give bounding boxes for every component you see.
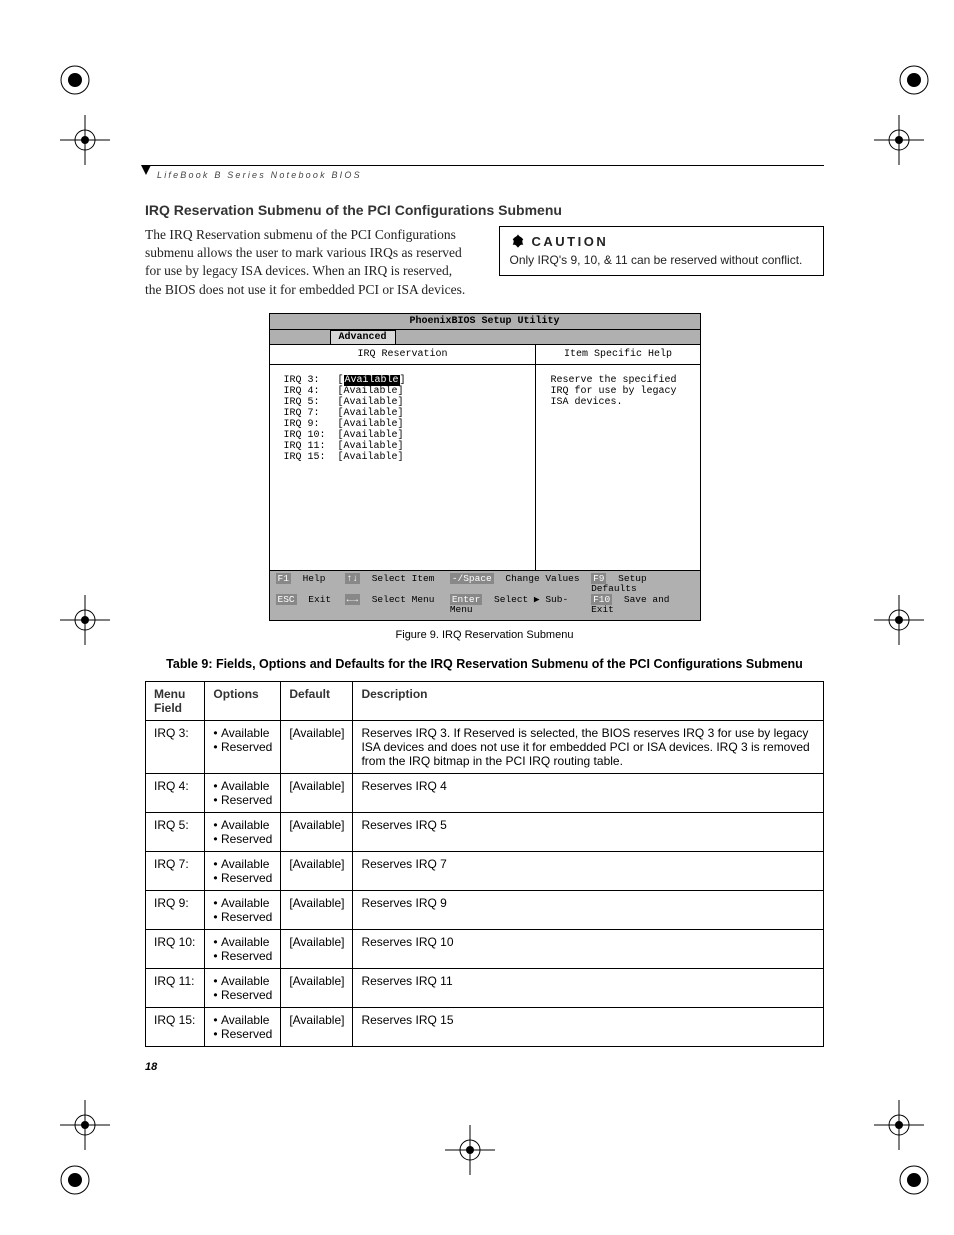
intro-paragraph: The IRQ Reservation submenu of the PCI C… <box>145 226 471 299</box>
bios-footer-hint: F1 Help <box>276 574 339 595</box>
cell-default: [Available] <box>281 890 353 929</box>
cell-default: [Available] <box>281 968 353 1007</box>
table-header: Options <box>205 681 281 720</box>
cell-default: [Available] <box>281 720 353 773</box>
cell-description: Reserves IRQ 9 <box>353 890 824 929</box>
cell-field: IRQ 15: <box>146 1007 205 1046</box>
cell-description: Reserves IRQ 11 <box>353 968 824 1007</box>
caution-icon <box>510 233 526 249</box>
bios-footer-hint: ←→ Select Menu <box>345 595 444 616</box>
bios-item: IRQ 4: [Available] <box>284 386 522 397</box>
cell-default: [Available] <box>281 929 353 968</box>
registration-mark <box>894 1160 934 1200</box>
cell-options: • Available• Reserved <box>205 890 281 929</box>
bios-footer: F1 Help ↑↓ Select Item -/Space Change Valu… <box>270 571 700 620</box>
cell-description: Reserves IRQ 4 <box>353 773 824 812</box>
cell-description: Reserves IRQ 15 <box>353 1007 824 1046</box>
bios-footer-hint: ↑↓ Select Item <box>345 574 444 595</box>
bios-help-text: Reserve the specified IRQ for use by leg… <box>536 365 699 570</box>
bios-left-title: IRQ Reservation <box>270 345 536 365</box>
cell-field: IRQ 5: <box>146 812 205 851</box>
bios-right-title: Item Specific Help <box>536 345 699 365</box>
cell-description: Reserves IRQ 10 <box>353 929 824 968</box>
cell-options: • Available• Reserved <box>205 720 281 773</box>
bios-screenshot: PhoenixBIOS Setup Utility Advanced IRQ R… <box>269 313 701 621</box>
table-title: Table 9: Fields, Options and Defaults fo… <box>145 657 824 671</box>
cell-default: [Available] <box>281 812 353 851</box>
cell-options: • Available• Reserved <box>205 968 281 1007</box>
bios-footer-hint: ESC Exit <box>276 595 339 616</box>
cell-field: IRQ 3: <box>146 720 205 773</box>
page-number: 18 <box>145 1061 824 1073</box>
cell-options: • Available• Reserved <box>205 929 281 968</box>
cell-field: IRQ 4: <box>146 773 205 812</box>
table-row: IRQ 5:• Available• Reserved[Available]Re… <box>146 812 824 851</box>
section-title: IRQ Reservation Submenu of the PCI Confi… <box>145 202 824 218</box>
bios-item: IRQ 3: [Available] <box>284 375 522 386</box>
bios-item: IRQ 15: [Available] <box>284 452 522 463</box>
cell-field: IRQ 10: <box>146 929 205 968</box>
cell-default: [Available] <box>281 851 353 890</box>
table-header: Menu Field <box>146 681 205 720</box>
table-header: Description <box>353 681 824 720</box>
cell-description: Reserves IRQ 3. If Reserved is selected,… <box>353 720 824 773</box>
cell-field: IRQ 7: <box>146 851 205 890</box>
bios-tabbar: Advanced <box>270 330 700 345</box>
table-row: IRQ 9:• Available• Reserved[Available]Re… <box>146 890 824 929</box>
cell-options: • Available• Reserved <box>205 773 281 812</box>
cell-field: IRQ 9: <box>146 890 205 929</box>
bios-title: PhoenixBIOS Setup Utility <box>270 314 700 330</box>
table-row: IRQ 4:• Available• Reserved[Available]Re… <box>146 773 824 812</box>
cell-options: • Available• Reserved <box>205 1007 281 1046</box>
bios-tab-advanced: Advanced <box>330 330 396 344</box>
bios-item-list: IRQ 3: [Available]IRQ 4: [Available]IRQ … <box>270 365 536 570</box>
table-row: IRQ 11:• Available• Reserved[Available]R… <box>146 968 824 1007</box>
bios-item: IRQ 5: [Available] <box>284 397 522 408</box>
caution-box: CAUTION Only IRQ's 9, 10, & 11 can be re… <box>499 226 825 276</box>
table-header: Default <box>281 681 353 720</box>
cell-description: Reserves IRQ 7 <box>353 851 824 890</box>
bios-item: IRQ 9: [Available] <box>284 419 522 430</box>
bios-footer-hint: F10 Save and Exit <box>591 595 687 616</box>
caution-text: Only IRQ's 9, 10, & 11 can be reserved w… <box>510 253 814 267</box>
bios-footer-hint: -/Space Change Values <box>450 574 585 595</box>
header-rule <box>145 165 824 166</box>
cell-options: • Available• Reserved <box>205 851 281 890</box>
cell-field: IRQ 11: <box>146 968 205 1007</box>
bios-item: IRQ 7: [Available] <box>284 408 522 419</box>
cell-description: Reserves IRQ 5 <box>353 812 824 851</box>
bios-footer-hint: Enter Select ▶ Sub-Menu <box>450 595 585 616</box>
table-row: IRQ 7:• Available• Reserved[Available]Re… <box>146 851 824 890</box>
registration-mark <box>55 1160 95 1200</box>
bios-item: IRQ 10: [Available] <box>284 430 522 441</box>
caution-label: CAUTION <box>532 234 609 249</box>
table-row: IRQ 3:• Available• Reserved[Available]Re… <box>146 720 824 773</box>
running-head: LifeBook B Series Notebook BIOS <box>157 170 824 180</box>
bios-footer-hint: F9 Setup Defaults <box>591 574 687 595</box>
figure-caption: Figure 9. IRQ Reservation Submenu <box>145 629 824 641</box>
cell-default: [Available] <box>281 773 353 812</box>
cell-options: • Available• Reserved <box>205 812 281 851</box>
table-row: IRQ 10:• Available• Reserved[Available]R… <box>146 929 824 968</box>
table-row: IRQ 15:• Available• Reserved[Available]R… <box>146 1007 824 1046</box>
bios-item: IRQ 11: [Available] <box>284 441 522 452</box>
cell-default: [Available] <box>281 1007 353 1046</box>
options-table: Menu FieldOptionsDefaultDescription IRQ … <box>145 681 824 1047</box>
